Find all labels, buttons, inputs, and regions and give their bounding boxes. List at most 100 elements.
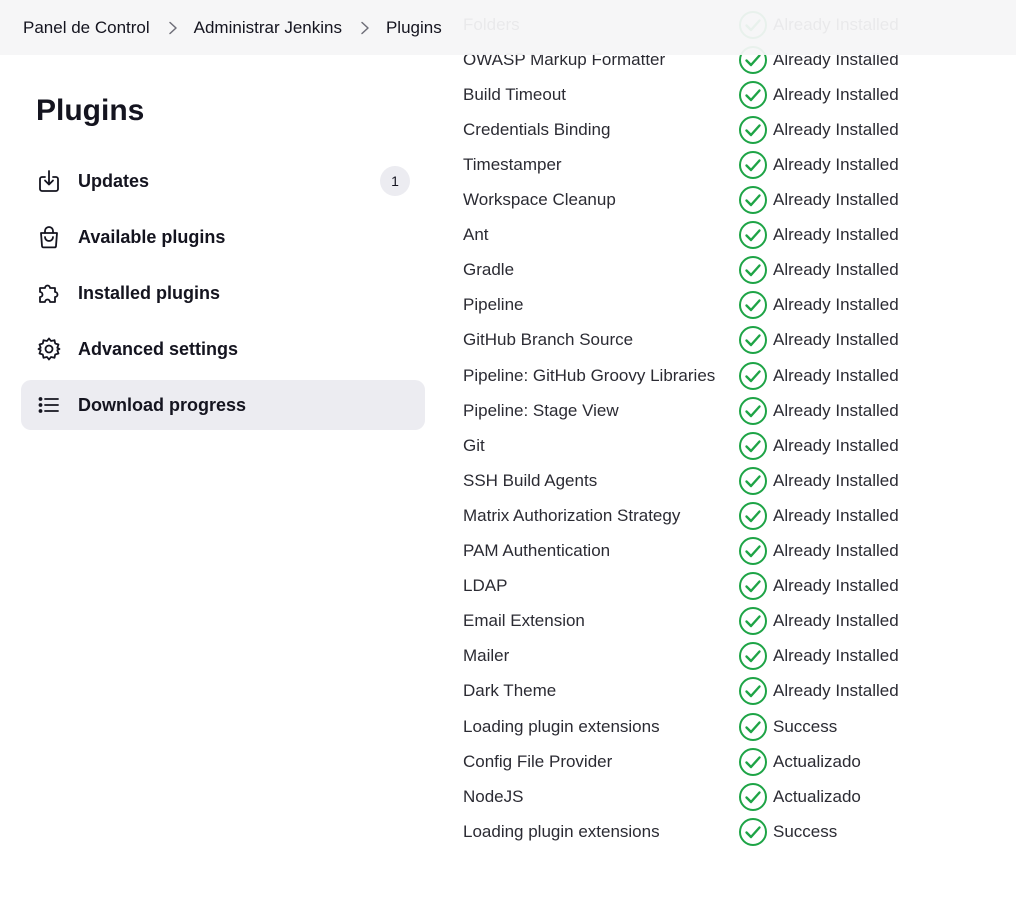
breadcrumb-plugins[interactable]: Plugins bbox=[386, 18, 442, 38]
plugin-status-label: Already Installed bbox=[773, 646, 899, 666]
plugin-name: LDAP bbox=[463, 576, 508, 596]
plugin-row: SSH Build Agents Already Installed bbox=[463, 463, 1003, 498]
plugin-row: Pipeline: Stage View Already Installed bbox=[463, 393, 1003, 428]
check-circle-icon bbox=[739, 466, 767, 495]
check-circle-icon bbox=[739, 326, 767, 355]
plugin-row: LDAP Already Installed bbox=[463, 569, 1003, 604]
plugin-status: Already Installed bbox=[738, 571, 899, 601]
check-circle-icon bbox=[739, 501, 767, 530]
check-circle-icon bbox=[739, 747, 767, 776]
plugin-name: Credentials Binding bbox=[463, 119, 611, 139]
plugin-status-label: Already Installed bbox=[773, 576, 899, 596]
chevron-right-icon bbox=[361, 21, 369, 34]
plugin-row: Build Timeout Already Installed bbox=[463, 77, 1003, 112]
plugin-name: PAM Authentication bbox=[463, 541, 611, 561]
check-circle-icon bbox=[739, 256, 767, 285]
check-circle-icon bbox=[739, 607, 767, 636]
plugin-name: Gradle bbox=[463, 260, 515, 280]
breadcrumb: Panel de Control Administrar Jenkins Plu… bbox=[23, 18, 442, 38]
plugin-row: Config File Provider Actualizado bbox=[463, 744, 1003, 779]
plugin-name: Timestamper bbox=[463, 155, 562, 175]
check-circle-icon bbox=[739, 80, 767, 109]
plugin-status-label: Already Installed bbox=[773, 611, 899, 631]
sidebar-item-label: Installed plugins bbox=[78, 282, 221, 303]
plugin-row: Dark Theme Already Installed bbox=[463, 674, 1003, 709]
breadcrumb-manage-jenkins[interactable]: Administrar Jenkins bbox=[194, 18, 342, 38]
sidebar-item-available-plugins[interactable]: Available plugins bbox=[21, 212, 425, 262]
check-circle-icon bbox=[739, 782, 767, 811]
plugin-status: Already Installed bbox=[738, 150, 899, 180]
plugin-status: Already Installed bbox=[738, 185, 899, 215]
plugin-status: Already Installed bbox=[738, 466, 899, 496]
sidebar-item-installed-plugins[interactable]: Installed plugins bbox=[21, 268, 425, 318]
plugin-status: Success bbox=[738, 817, 837, 847]
plugin-status: Already Installed bbox=[738, 536, 899, 566]
plugin-name: Mailer bbox=[463, 646, 510, 666]
check-circle-icon bbox=[739, 817, 767, 846]
plugin-status: Already Installed bbox=[738, 501, 899, 531]
plugin-name: NodeJS bbox=[463, 786, 524, 806]
plugin-name: Loading plugin extensions bbox=[463, 821, 660, 841]
plugin-status-label: Already Installed bbox=[773, 295, 899, 315]
plugin-status: Already Installed bbox=[738, 361, 899, 391]
sidebar-item-label: Available plugins bbox=[78, 226, 226, 247]
plugin-status-label: Already Installed bbox=[773, 225, 899, 245]
updates-count-badge: 1 bbox=[380, 166, 410, 196]
plugin-row: Matrix Authorization Strategy Already Ins… bbox=[463, 498, 1003, 533]
check-circle-icon bbox=[739, 151, 767, 180]
download-icon bbox=[39, 170, 59, 192]
plugin-status: Already Installed bbox=[738, 396, 899, 426]
check-circle-icon bbox=[739, 186, 767, 215]
plugin-row: Pipeline Already Installed bbox=[463, 288, 1003, 323]
plugin-name: Email Extension bbox=[463, 611, 585, 631]
plugin-status-label: Already Installed bbox=[773, 541, 899, 561]
plugin-name: Build Timeout bbox=[463, 84, 566, 104]
plugin-name: Pipeline: GitHub Groovy Libraries bbox=[463, 365, 716, 385]
plugin-row: Loading plugin extensions Success bbox=[463, 814, 1003, 849]
plugin-name: Loading plugin extensions bbox=[463, 716, 660, 736]
check-circle-icon bbox=[739, 537, 767, 566]
check-circle-icon bbox=[739, 642, 767, 671]
check-circle-icon bbox=[739, 291, 767, 320]
sidebar-item-label: Updates bbox=[78, 170, 150, 191]
chevron-right-icon bbox=[168, 21, 177, 34]
plugin-name: Dark Theme bbox=[463, 681, 557, 701]
check-circle-icon bbox=[739, 677, 767, 706]
check-circle-icon bbox=[739, 115, 767, 144]
check-circle-icon bbox=[739, 712, 767, 741]
plugin-status-label: Already Installed bbox=[773, 190, 899, 210]
plugin-status-label: Already Installed bbox=[773, 155, 899, 175]
gear-icon bbox=[37, 337, 61, 361]
plugin-name: GitHub Branch Source bbox=[463, 330, 634, 350]
plugin-status: Already Installed bbox=[738, 290, 899, 320]
plugin-row: Credentials Binding Already Installed bbox=[463, 112, 1003, 147]
plugin-status: Already Installed bbox=[738, 115, 899, 145]
plugin-name: Workspace Cleanup bbox=[463, 190, 616, 210]
plugin-status-list: SuccessFoldersAlready InstalledOWASP Mar… bbox=[463, 0, 1003, 849]
plugin-row: Mailer Already Installed bbox=[463, 639, 1003, 674]
sidebar-item-advanced-settings[interactable]: Advanced settings bbox=[21, 324, 425, 374]
plugin-name: Pipeline bbox=[463, 295, 524, 315]
plugin-status: Already Installed bbox=[738, 325, 899, 355]
plugin-status: Actualizado bbox=[738, 747, 861, 777]
check-circle-icon bbox=[739, 396, 767, 425]
plugin-status: Already Installed bbox=[738, 606, 899, 636]
plugin-status: Already Installed bbox=[738, 220, 899, 250]
plugin-name: Matrix Authorization Strategy bbox=[463, 505, 681, 525]
plugin-name: Config File Provider bbox=[463, 751, 613, 771]
plugin-status-label: Success bbox=[773, 821, 838, 841]
check-circle-icon bbox=[739, 572, 767, 601]
breadcrumb-dashboard[interactable]: Panel de Control bbox=[23, 18, 150, 38]
page-title: Plugins bbox=[36, 94, 145, 127]
plugin-row: PAM Authentication Already Installed bbox=[463, 534, 1003, 569]
plugin-row: Loading plugin extensions Success bbox=[463, 709, 1003, 744]
sidebar-item-download-progress[interactable]: Download progress bbox=[21, 380, 425, 430]
plugin-status-label: Already Installed bbox=[773, 119, 899, 139]
plugin-name: Pipeline: Stage View bbox=[463, 400, 619, 420]
sidebar-item-updates[interactable]: Updates 1 bbox=[21, 156, 425, 206]
plugin-row: NodeJS Actualizado bbox=[463, 779, 1003, 814]
sidebar-item-label: Advanced settings bbox=[78, 338, 239, 359]
puzzle-icon bbox=[39, 284, 59, 303]
list-icon bbox=[38, 397, 59, 413]
plugin-status: Actualizado bbox=[738, 782, 861, 812]
